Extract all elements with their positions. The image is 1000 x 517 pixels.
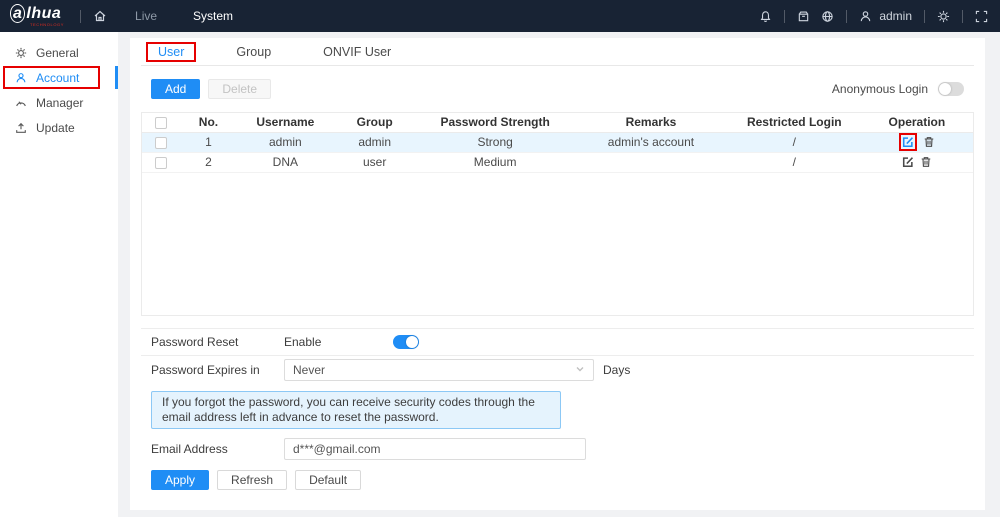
cell-no: 1	[179, 132, 237, 152]
toolbar: Add Delete Anonymous Login	[141, 66, 974, 112]
content-card: User Group ONVIF User Add Delete Anonymo…	[130, 38, 985, 510]
trash-icon[interactable]	[920, 156, 932, 168]
divider	[784, 10, 785, 23]
email-address-label: Email Address	[151, 442, 284, 456]
active-indicator	[115, 66, 118, 89]
password-reset-row: Password Reset Enable	[141, 328, 974, 356]
enable-label: Enable	[284, 335, 321, 349]
package-icon[interactable]	[797, 10, 810, 23]
password-expires-row: Password Expires in Never Days	[141, 356, 974, 384]
add-button[interactable]: Add	[151, 79, 200, 99]
anonymous-login-label: Anonymous Login	[832, 82, 928, 96]
home-icon[interactable]	[93, 9, 107, 23]
table-header-row: No. Username Group Password Strength Rem…	[142, 113, 973, 132]
days-label: Days	[603, 363, 630, 377]
divider	[80, 10, 81, 23]
table-row: 2 DNA user Medium /	[142, 152, 973, 172]
logo-subtitle: TECHNOLOGY	[30, 23, 64, 27]
header-remarks: Remarks	[574, 113, 728, 132]
cell-password-strength: Medium	[416, 152, 574, 172]
password-settings-form: Password Reset Enable Password Expires i…	[141, 328, 974, 490]
person-icon	[15, 72, 27, 84]
toggle-knob	[406, 336, 418, 348]
sidebar-item-general[interactable]: General	[0, 40, 118, 65]
tab-user[interactable]: User	[146, 42, 196, 62]
divider	[962, 10, 963, 23]
sidebar-item-label: Update	[36, 121, 75, 135]
trash-icon[interactable]	[923, 136, 935, 148]
password-expires-label: Password Expires in	[151, 363, 284, 377]
cell-password-strength: Strong	[416, 132, 574, 152]
cell-group: admin	[333, 132, 416, 152]
globe-icon[interactable]	[821, 10, 834, 23]
select-all-checkbox[interactable]	[155, 117, 167, 129]
cell-group: user	[333, 152, 416, 172]
annotation-box-edit	[899, 133, 917, 151]
anonymous-login-toggle[interactable]	[938, 82, 964, 96]
topbar: alhua TECHNOLOGY Live System admin	[0, 0, 1000, 32]
cell-username: admin	[238, 132, 334, 152]
refresh-button[interactable]: Refresh	[217, 470, 287, 490]
password-reset-info: If you forgot the password, you can rece…	[151, 391, 561, 429]
sidebar-item-update[interactable]: Update	[0, 115, 118, 140]
table-row: 1 admin admin Strong admin's account /	[142, 132, 973, 152]
gauge-icon	[15, 97, 27, 109]
divider	[846, 10, 847, 23]
password-reset-label: Password Reset	[151, 335, 284, 349]
apply-button[interactable]: Apply	[151, 470, 209, 490]
gear-icon[interactable]	[937, 10, 950, 23]
bell-icon[interactable]	[759, 10, 772, 23]
expires-select[interactable]: Never	[284, 359, 594, 381]
upload-icon	[15, 122, 27, 134]
cell-restricted-login: /	[728, 152, 861, 172]
header-password-strength: Password Strength	[416, 113, 574, 132]
nav-live[interactable]: Live	[135, 9, 157, 23]
row-checkbox[interactable]	[155, 137, 167, 149]
expires-selected-value: Never	[293, 363, 325, 377]
edit-icon[interactable]	[902, 136, 914, 148]
password-reset-toggle[interactable]	[393, 335, 419, 349]
tab-group[interactable]: Group	[224, 42, 283, 62]
form-actions: Apply Refresh Default	[141, 461, 974, 490]
header-no: No.	[179, 113, 237, 132]
username-label[interactable]: admin	[879, 9, 912, 23]
email-input[interactable]	[284, 438, 586, 460]
main-content: User Group ONVIF User Add Delete Anonymo…	[118, 32, 1000, 517]
nav-system[interactable]: System	[193, 9, 233, 23]
user-person-icon[interactable]	[859, 10, 872, 23]
edit-icon[interactable]	[902, 156, 914, 168]
cell-no: 2	[179, 152, 237, 172]
toggle-knob	[939, 83, 951, 95]
dahua-logo: alhua TECHNOLOGY	[10, 6, 64, 27]
default-button[interactable]: Default	[295, 470, 361, 490]
sidebar-item-label: Account	[36, 71, 79, 85]
gear-icon	[15, 47, 27, 59]
email-row: Email Address	[141, 437, 974, 461]
sidebar-item-label: Manager	[36, 96, 83, 110]
user-table: No. Username Group Password Strength Rem…	[141, 112, 974, 316]
sidebar: General Account Manager Update	[0, 32, 118, 517]
chevron-down-icon	[575, 363, 585, 377]
delete-button[interactable]: Delete	[208, 79, 271, 99]
tab-onvif-user[interactable]: ONVIF User	[311, 42, 403, 62]
tab-bar: User Group ONVIF User	[141, 38, 974, 66]
fullscreen-icon[interactable]	[975, 10, 988, 23]
cell-restricted-login: /	[728, 132, 861, 152]
cell-remarks: admin's account	[574, 132, 728, 152]
cell-username: DNA	[238, 152, 334, 172]
header-group: Group	[333, 113, 416, 132]
sidebar-item-account[interactable]: Account	[0, 65, 118, 90]
divider	[924, 10, 925, 23]
sidebar-item-label: General	[36, 46, 79, 60]
sidebar-item-manager[interactable]: Manager	[0, 90, 118, 115]
row-checkbox[interactable]	[155, 157, 167, 169]
header-operation: Operation	[861, 113, 973, 132]
header-restricted-login: Restricted Login	[728, 113, 861, 132]
cell-remarks	[574, 152, 728, 172]
header-username: Username	[238, 113, 334, 132]
